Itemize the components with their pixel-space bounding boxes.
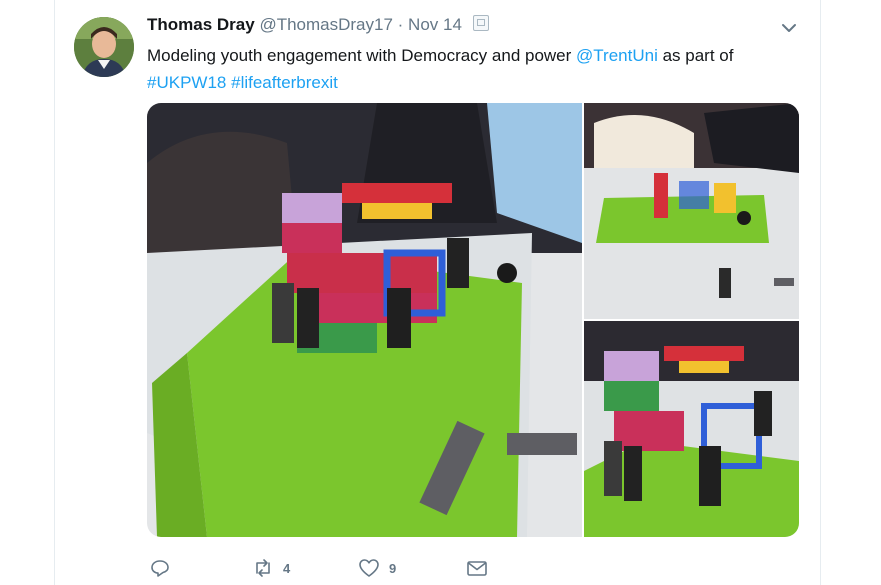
reply-button[interactable] [150, 558, 252, 578]
chevron-down-icon [782, 24, 796, 32]
media-grid [147, 103, 799, 537]
reply-icon [151, 560, 169, 577]
tweet-header: Thomas Dray @ThomasDray17 · Nov 14 [147, 15, 489, 35]
author-name[interactable]: Thomas Dray [147, 15, 255, 34]
heart-icon [359, 559, 379, 577]
avatar[interactable] [74, 17, 134, 77]
like-count: 9 [389, 560, 397, 576]
tweet-text-main: Modeling youth engagement with Democracy… [147, 46, 577, 65]
lego-model-side-image [584, 321, 799, 537]
timestamp[interactable]: Nov 14 [408, 15, 462, 34]
hashtag-ukpw18[interactable]: #UKPW18 [147, 73, 226, 92]
tweet-actions: 4 9 [150, 557, 488, 579]
envelope-icon [467, 561, 487, 576]
retweet-icon [256, 559, 270, 577]
lego-model-top-image [584, 103, 799, 319]
hashtag-lifeafterbrexit[interactable]: #lifeafterbrexit [231, 73, 338, 92]
tweet-menu-button[interactable] [779, 18, 799, 38]
tweet-text-tail: as part of [657, 46, 734, 65]
media-photo-top[interactable] [584, 103, 799, 319]
author-handle[interactable]: @ThomasDray17 [259, 15, 392, 34]
retweet-count: 4 [283, 560, 291, 576]
avatar-image [74, 17, 134, 77]
media-photo-main[interactable] [147, 103, 582, 537]
separator: · [397, 15, 404, 34]
media-badge-icon [472, 15, 489, 31]
retweet-button[interactable]: 4 [252, 558, 358, 578]
like-button[interactable]: 9 [358, 558, 466, 578]
mention-link[interactable]: @TrentUni [576, 46, 658, 65]
media-photo-side[interactable] [584, 321, 799, 537]
direct-message-button[interactable] [466, 558, 488, 578]
lego-model-main-image [147, 103, 582, 537]
tweet-text: Modeling youth engagement with Democracy… [147, 42, 797, 96]
